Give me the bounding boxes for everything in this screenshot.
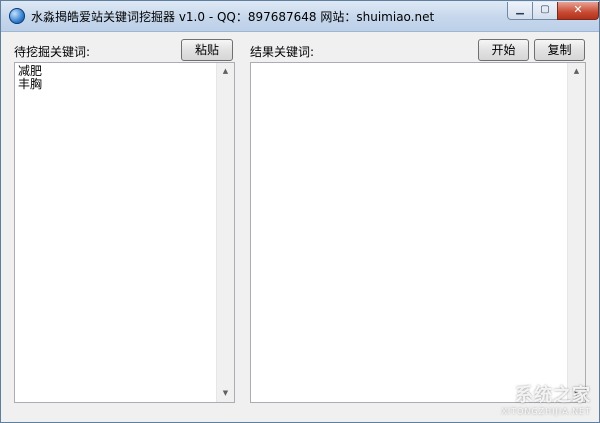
copy-button[interactable]: 复制 bbox=[534, 39, 585, 61]
close-button[interactable]: ✕ bbox=[557, 2, 599, 20]
result-keywords-scrollbar[interactable]: ▲ ▼ bbox=[567, 63, 585, 402]
scroll-up-arrow-icon[interactable]: ▲ bbox=[568, 63, 585, 80]
paste-button[interactable]: 粘贴 bbox=[181, 39, 233, 61]
app-globe-icon bbox=[9, 8, 25, 24]
start-button[interactable]: 开始 bbox=[478, 39, 529, 61]
scroll-down-arrow-icon[interactable]: ▼ bbox=[568, 385, 585, 402]
minimize-button[interactable]: ▁ bbox=[507, 2, 533, 20]
window-title: 水淼揭皓爱站关键词挖掘器 v1.0 - QQ：897687648 网站：shui… bbox=[31, 10, 435, 24]
pending-keywords-content: 减肥 丰胸 bbox=[18, 64, 43, 91]
scroll-up-arrow-icon[interactable]: ▲ bbox=[217, 63, 234, 80]
title-bar[interactable]: 水淼揭皓爱站关键词挖掘器 v1.0 - QQ：897687648 网站：shui… bbox=[1, 1, 599, 32]
pending-keywords-scrollbar[interactable]: ▲ ▼ bbox=[216, 63, 234, 402]
pending-keywords-label: 待挖掘关键词: bbox=[14, 45, 91, 59]
watermark-sub-text: XITONGZHIJIA.NET bbox=[501, 407, 591, 416]
pending-keywords-textarea[interactable]: 减肥 丰胸 ▲ ▼ bbox=[14, 62, 235, 403]
app-window: 水淼揭皓爱站关键词挖掘器 v1.0 - QQ：897687648 网站：shui… bbox=[0, 0, 600, 423]
result-keywords-label: 结果关键词: bbox=[250, 45, 315, 59]
maximize-button[interactable]: ▢ bbox=[532, 2, 558, 20]
scroll-down-arrow-icon[interactable]: ▼ bbox=[217, 385, 234, 402]
result-keywords-textarea[interactable]: ▲ ▼ bbox=[250, 62, 586, 403]
